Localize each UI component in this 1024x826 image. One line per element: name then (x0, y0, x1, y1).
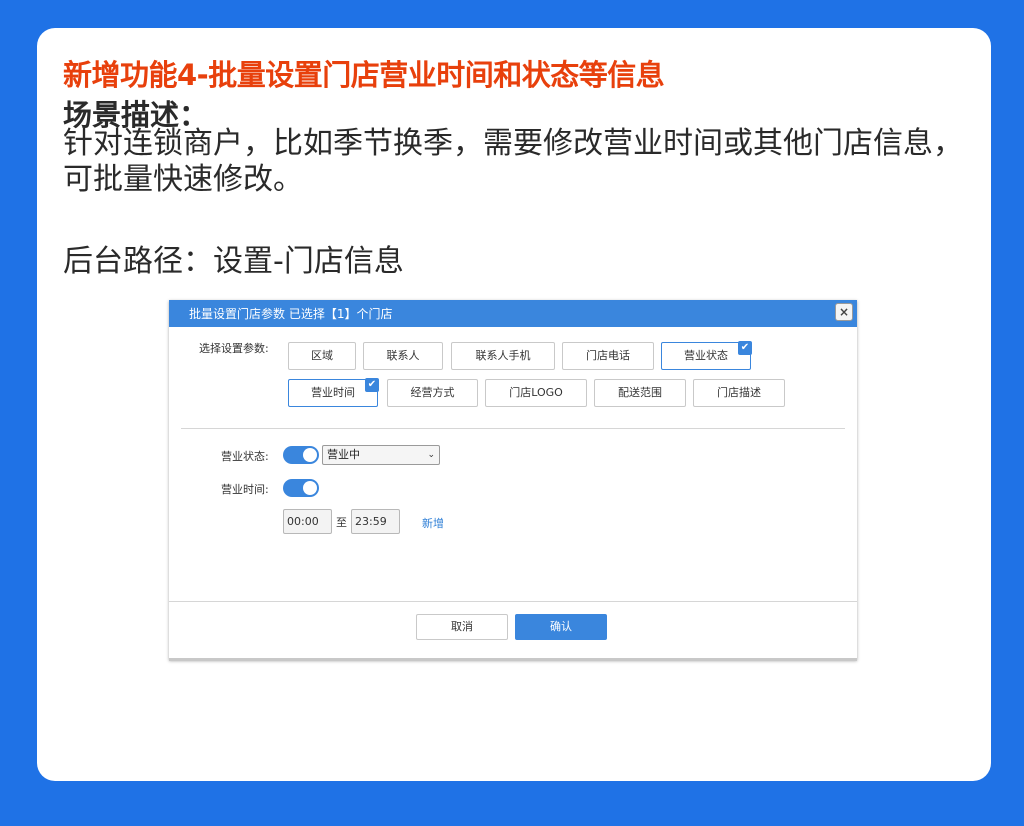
to-label: 至 (336, 516, 347, 529)
dialog-title: 批量设置门店参数 已选择【1】个门店 (189, 307, 393, 321)
end-time-input[interactable]: 23:59 (351, 509, 400, 534)
hours-label: 营业时间: (221, 483, 269, 496)
status-label: 营业状态: (221, 450, 269, 463)
cancel-button[interactable]: 取消 (416, 614, 508, 640)
option-contact-phone[interactable]: 联系人手机 (451, 342, 555, 370)
close-icon[interactable]: × (835, 303, 853, 321)
option-contact[interactable]: 联系人 (363, 342, 443, 370)
option-business-hours[interactable]: 营业时间 ✔ (288, 378, 379, 407)
dialog-bottom-edge (169, 658, 857, 661)
option-region[interactable]: 区域 (288, 342, 356, 370)
status-select[interactable]: 营业中 ⌄ (322, 445, 440, 465)
option-business-status[interactable]: 营业状态 ✔ (661, 341, 752, 370)
start-time-input[interactable]: 00:00 (283, 509, 332, 534)
section-divider (181, 428, 845, 429)
footer-divider (169, 601, 857, 602)
option-store-phone[interactable]: 门店电话 (562, 342, 654, 370)
option-business-mode[interactable]: 经营方式 (387, 379, 478, 407)
option-delivery-range[interactable]: 配送范围 (594, 379, 686, 407)
option-store-description[interactable]: 门店描述 (693, 379, 785, 407)
chevron-down-icon: ⌄ (427, 450, 435, 460)
slide-title: 新增功能4-批量设置门店营业时间和状态等信息 (63, 58, 665, 92)
option-store-logo[interactable]: 门店LOGO (485, 379, 587, 407)
admin-path: 后台路径：设置-门店信息 (63, 244, 404, 279)
scene-description: 针对连锁商户，比如季节换季，需要修改营业时间或其他门店信息，可批量快速修改。 (63, 126, 963, 197)
hours-toggle[interactable] (283, 479, 319, 497)
batch-settings-dialog: 批量设置门店参数 已选择【1】个门店 × 选择设置参数: 区域 联系人 联系人手… (169, 300, 857, 661)
add-time-link[interactable]: 新增 (422, 515, 444, 531)
confirm-button[interactable]: 确认 (515, 614, 607, 640)
checkmark-icon: ✔ (365, 378, 379, 392)
params-label: 选择设置参数: (199, 342, 269, 355)
status-toggle[interactable] (283, 446, 319, 464)
checkmark-icon: ✔ (738, 341, 752, 355)
dialog-header: 批量设置门店参数 已选择【1】个门店 × (169, 300, 857, 327)
